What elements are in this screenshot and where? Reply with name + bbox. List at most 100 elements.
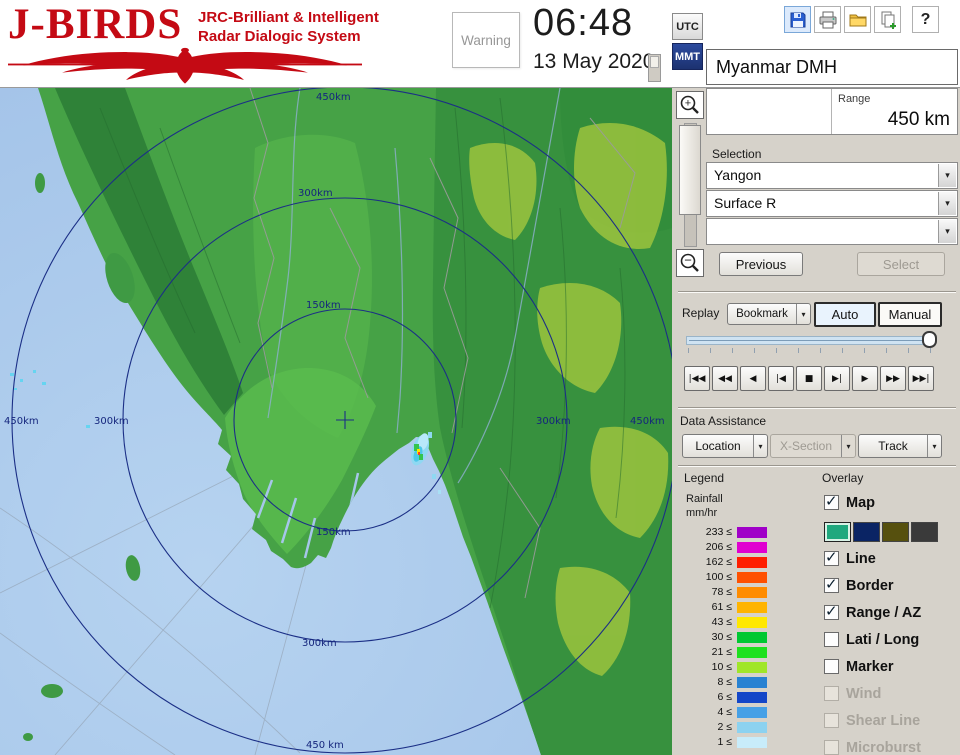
map-scheme-swatch[interactable]: [824, 522, 851, 542]
clock-time: 06:48: [533, 2, 633, 45]
tertiary-dropdown[interactable]: ▾: [706, 218, 958, 245]
checkbox[interactable]: [824, 713, 839, 728]
ring-label-300-right: 300km: [536, 416, 571, 427]
map-scheme-swatch[interactable]: [911, 522, 938, 542]
product-dropdown[interactable]: Surface R ▾: [706, 190, 958, 217]
legend-color-swatch: [737, 527, 767, 538]
radar-map[interactable]: 450km 300km 150km 150km 300km 450 km 450…: [0, 88, 672, 755]
skip-to-start-button[interactable]: |◀◀: [684, 366, 710, 391]
checkbox[interactable]: [824, 605, 839, 620]
manual-toggle-button[interactable]: Manual: [878, 302, 942, 327]
legend-row: 21 ≤: [692, 645, 822, 659]
auto-toggle-button[interactable]: Auto: [814, 302, 876, 327]
selection-label: Selection: [712, 147, 761, 161]
overlay-item-border[interactable]: Border: [824, 577, 894, 594]
warning-indicator[interactable]: Warning: [452, 12, 520, 68]
xsection-button[interactable]: X-Section ▾: [770, 434, 856, 458]
help-button[interactable]: ?: [912, 6, 939, 33]
legend-value: 10 ≤: [692, 661, 732, 673]
legend-value: 4 ≤: [692, 706, 732, 718]
export-icon: [878, 10, 898, 30]
site-dropdown[interactable]: Yangon ▾: [706, 162, 958, 189]
overlay-item-range-az[interactable]: Range / AZ: [824, 604, 921, 621]
warning-label: Warning: [461, 33, 511, 48]
chevron-down-icon[interactable]: ▾: [927, 435, 941, 457]
bookmark-button[interactable]: Bookmark ▾: [727, 303, 811, 325]
location-button[interactable]: Location ▾: [682, 434, 768, 458]
station-title: Myanmar DMH: [706, 49, 958, 85]
ring-label-150-top: 150km: [306, 300, 341, 311]
map-scheme-swatch[interactable]: [853, 522, 880, 542]
chevron-down-icon[interactable]: ▾: [938, 164, 956, 187]
checkbox[interactable]: [824, 686, 839, 701]
overlay-item-marker[interactable]: Marker: [824, 658, 894, 675]
save-button[interactable]: [784, 6, 811, 33]
svg-text:−: −: [684, 253, 692, 268]
site-dropdown-value: Yangon: [714, 167, 761, 183]
overlay-item-line[interactable]: Line: [824, 550, 876, 567]
legend-row: 10 ≤: [692, 660, 822, 674]
divider: [678, 291, 956, 293]
chevron-down-icon[interactable]: ▾: [753, 435, 767, 457]
app-logo-title: J-BIRDS: [8, 0, 182, 49]
legend-row: 162 ≤: [692, 555, 822, 569]
overlay-label: Overlay: [822, 471, 863, 485]
overlay-item-shear-line[interactable]: Shear Line: [824, 712, 920, 729]
checkbox[interactable]: [824, 740, 839, 755]
legend-row: 61 ≤: [692, 600, 822, 614]
zoom-in-button[interactable]: +: [676, 91, 704, 119]
timeline-slider-track[interactable]: [686, 336, 934, 345]
checkbox[interactable]: [824, 495, 839, 510]
print-button[interactable]: [814, 6, 841, 33]
checkbox[interactable]: [824, 632, 839, 647]
j-birds-app: J-BIRDS JRC-Brilliant & Intelligent Rada…: [0, 0, 960, 755]
svg-text:+: +: [685, 98, 691, 110]
chevron-down-icon[interactable]: ▾: [796, 304, 810, 324]
select-button[interactable]: Select: [857, 252, 945, 276]
overlay-item-lati-long[interactable]: Lati / Long: [824, 631, 919, 648]
timeline-slider-thumb[interactable]: [922, 331, 937, 348]
track-button[interactable]: Track ▾: [858, 434, 942, 458]
step-forward-button[interactable]: ▶|: [824, 366, 850, 391]
save-icon: [788, 10, 808, 30]
checkbox[interactable]: [824, 551, 839, 566]
range-divider: [831, 89, 832, 134]
legend-row: 4 ≤: [692, 705, 822, 719]
legend-value: 61 ≤: [692, 601, 732, 613]
mmt-toggle-button[interactable]: MMT: [672, 43, 703, 70]
map-scheme-swatch[interactable]: [882, 522, 909, 542]
checkbox[interactable]: [824, 659, 839, 674]
legend-row: 43 ≤: [692, 615, 822, 629]
step-back-button[interactable]: |◀: [768, 366, 794, 391]
date-scrollbar[interactable]: [648, 54, 661, 82]
overlay-item-map[interactable]: Map: [824, 494, 875, 511]
checkbox[interactable]: [824, 578, 839, 593]
zoom-out-button[interactable]: −: [676, 249, 704, 277]
legend-color-swatch: [737, 587, 767, 598]
chevron-down-icon[interactable]: ▾: [938, 220, 956, 243]
legend-row: 100 ≤: [692, 570, 822, 584]
previous-button[interactable]: Previous: [719, 252, 803, 276]
legend-row: 78 ≤: [692, 585, 822, 599]
play-button[interactable]: ▶: [852, 366, 878, 391]
skip-to-end-button[interactable]: ▶▶|: [908, 366, 934, 391]
timeline-ticks: [688, 348, 934, 353]
export-button[interactable]: [874, 6, 901, 33]
utc-toggle-button[interactable]: UTC: [672, 13, 703, 40]
legend-value: 206 ≤: [692, 541, 732, 553]
legend-unit-line1: Rainfall: [686, 493, 723, 505]
fast-forward-button[interactable]: ▶▶: [880, 366, 906, 391]
legend-value: 6 ≤: [692, 691, 732, 703]
ring-label-150-bottom: 150km: [316, 527, 351, 538]
overlay-item-wind[interactable]: Wind: [824, 685, 881, 702]
legend-color-swatch: [737, 737, 767, 748]
overlay-item-microburst[interactable]: Microburst: [824, 739, 921, 755]
fast-rewind-button[interactable]: ◀◀: [712, 366, 738, 391]
stop-button[interactable]: ■: [796, 366, 822, 391]
chevron-down-icon[interactable]: ▾: [841, 435, 855, 457]
legend-value: 78 ≤: [692, 586, 732, 598]
zoom-scrollbar-thumb[interactable]: [679, 125, 701, 215]
chevron-down-icon[interactable]: ▾: [938, 192, 956, 215]
play-reverse-button[interactable]: ◀: [740, 366, 766, 391]
open-folder-button[interactable]: [844, 6, 871, 33]
